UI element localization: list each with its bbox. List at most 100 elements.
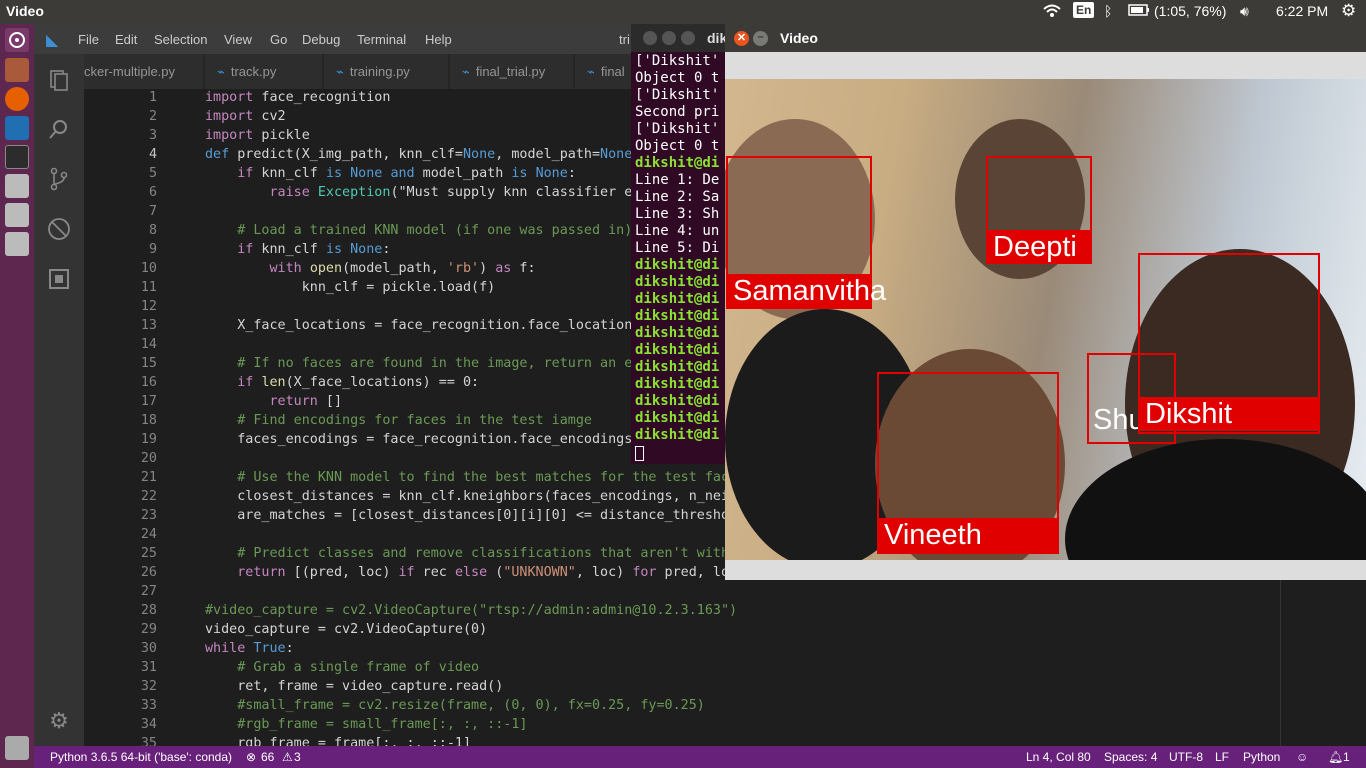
explorer-icon[interactable] [47,68,71,92]
search-icon[interactable] [47,117,71,141]
app-launcher [0,24,34,768]
menu-go[interactable]: Go [270,32,287,47]
line-number: 6 [148,185,157,200]
tab-label: final [600,64,625,79]
code-line: faces_encodings = face_recognition.face_… [205,432,665,447]
line-number: 9 [148,242,157,257]
debug-icon[interactable] [47,217,71,241]
line-number: 2 [148,109,157,124]
line-number: 24 [140,527,157,542]
feedback-smiley-icon[interactable]: ☺ [1296,750,1308,764]
code-line: if knn_clf is None: [237,242,391,257]
line-number: 14 [140,337,157,352]
line-number: 23 [140,508,157,523]
code-line: def predict(X_img_path, knn_clf=None, mo… [205,147,665,162]
python-file-icon: ⌁ [336,64,344,79]
terminal-line: Second pri [635,104,720,120]
video-window-title: Video [780,30,818,46]
menu-help[interactable]: Help [425,32,452,47]
menu-file[interactable]: File [78,32,99,47]
source-control-icon[interactable] [47,167,71,191]
drive-icon[interactable] [5,232,29,256]
window-title: tri [619,32,630,47]
line-number: 20 [140,451,157,466]
terminal-line: dikshit@di [635,410,720,426]
face-box-deepti: Deepti [986,156,1092,264]
python-file-icon: ⌁ [217,64,225,79]
notification-count[interactable]: 1 [1343,750,1350,764]
bluetooth-icon[interactable]: ᛒ [1104,3,1112,19]
line-number: 26 [140,565,157,580]
code-line: ret, frame = video_capture.read() [205,679,504,694]
tab-track[interactable]: ⌁ track.py [205,54,323,89]
terminal-launcher-icon[interactable] [5,145,29,169]
manage-gear-icon[interactable]: ⚙ [47,709,71,733]
trash-icon[interactable] [5,736,29,760]
maximize-icon[interactable] [681,31,695,45]
menu-view[interactable]: View [224,32,252,47]
close-icon[interactable]: ✕ [734,31,749,46]
menu-debug[interactable]: Debug [302,32,340,47]
vscode-launcher-icon[interactable] [5,116,29,140]
extensions-icon[interactable] [47,267,71,291]
terminal-line: dikshit@di [635,155,720,171]
video-window[interactable]: ✕ – Video Samanvitha Deepti Shuhhhhka Di… [725,24,1366,580]
code-line: with open(model_path, 'rb') as f: [269,261,536,276]
indentation[interactable]: Spaces: 4 [1104,750,1157,764]
warning-count[interactable]: 3 [294,750,301,764]
close-icon[interactable] [643,31,657,45]
minimize-icon[interactable]: – [753,31,768,46]
tab-training[interactable]: ⌁ training.py [324,54,449,89]
tab-final-trial[interactable]: ⌁ final_trial.py [450,54,574,89]
python-interpreter[interactable]: Python 3.6.5 64-bit ('base': conda) [50,750,232,764]
drive-icon[interactable] [5,174,29,198]
battery-icon[interactable] [1128,3,1150,20]
python-file-icon: ⌁ [462,64,470,79]
terminal-line: ['Dikshit' [635,53,720,69]
terminal-line: Object 0 t [635,138,720,154]
menu-selection[interactable]: Selection [154,32,207,47]
code-line: if len(X_face_locations) == 0: [237,375,480,390]
code-line: import cv2 [205,109,286,124]
clock[interactable]: 6:22 PM [1276,3,1328,19]
firefox-icon[interactable] [5,87,29,111]
ubuntu-dash-icon[interactable] [5,28,29,52]
face-label: Samanvitha [726,274,886,308]
language-mode[interactable]: Python [1243,750,1280,764]
code-line: #small_frame = cv2.resize(frame, (0, 0),… [237,698,705,713]
settings-gear-icon[interactable]: ⚙ [1341,1,1356,21]
error-icon[interactable]: ⊗ [246,750,256,764]
terminal-line: Line 3: Sh [635,206,720,222]
volume-icon[interactable]: 🔊︎ [1240,3,1249,20]
drive-icon[interactable] [5,203,29,227]
terminal-line: dikshit@di [635,359,720,375]
terminal-line: dikshit@di [635,376,720,392]
files-app-icon[interactable] [5,58,29,82]
camera-frame: Samanvitha Deepti Shuhhhhka Dikshit Vine… [725,79,1366,560]
cursor-position[interactable]: Ln 4, Col 80 [1026,750,1091,764]
terminal-line: dikshit@di [635,325,720,341]
minimize-icon[interactable] [662,31,676,45]
line-number: 7 [148,204,157,219]
line-number: 27 [140,584,157,599]
video-titlebar: ✕ – Video [725,24,1366,52]
terminal-line: Line 2: Sa [635,189,720,205]
vscode-logo-icon: ◣ [46,32,59,49]
system-top-bar: Video En ᛒ (1:05, 76%) 🔊︎ 6:22 PM ⚙ [0,0,1366,24]
terminal-line: dikshit@di [635,257,720,273]
line-number: 25 [140,546,157,561]
line-ending[interactable]: LF [1215,750,1229,764]
keyboard-language-indicator[interactable]: En [1073,2,1095,18]
python-file-icon: ⌁ [587,64,595,79]
encoding[interactable]: UTF-8 [1169,750,1203,764]
menu-edit[interactable]: Edit [115,32,137,47]
notification-bell-icon[interactable]: 🔔︎ [1328,750,1343,764]
menu-terminal[interactable]: Terminal [357,32,406,47]
terminal-cursor [635,446,644,461]
line-number: 34 [140,717,157,732]
warning-icon[interactable]: ⚠ [282,750,293,764]
wifi-icon[interactable] [1043,3,1061,22]
activity-bar: ⚙ [34,54,84,746]
error-count[interactable]: 66 [261,750,274,764]
tab-tracker-multiple[interactable]: cker-multiple.py [84,54,204,89]
